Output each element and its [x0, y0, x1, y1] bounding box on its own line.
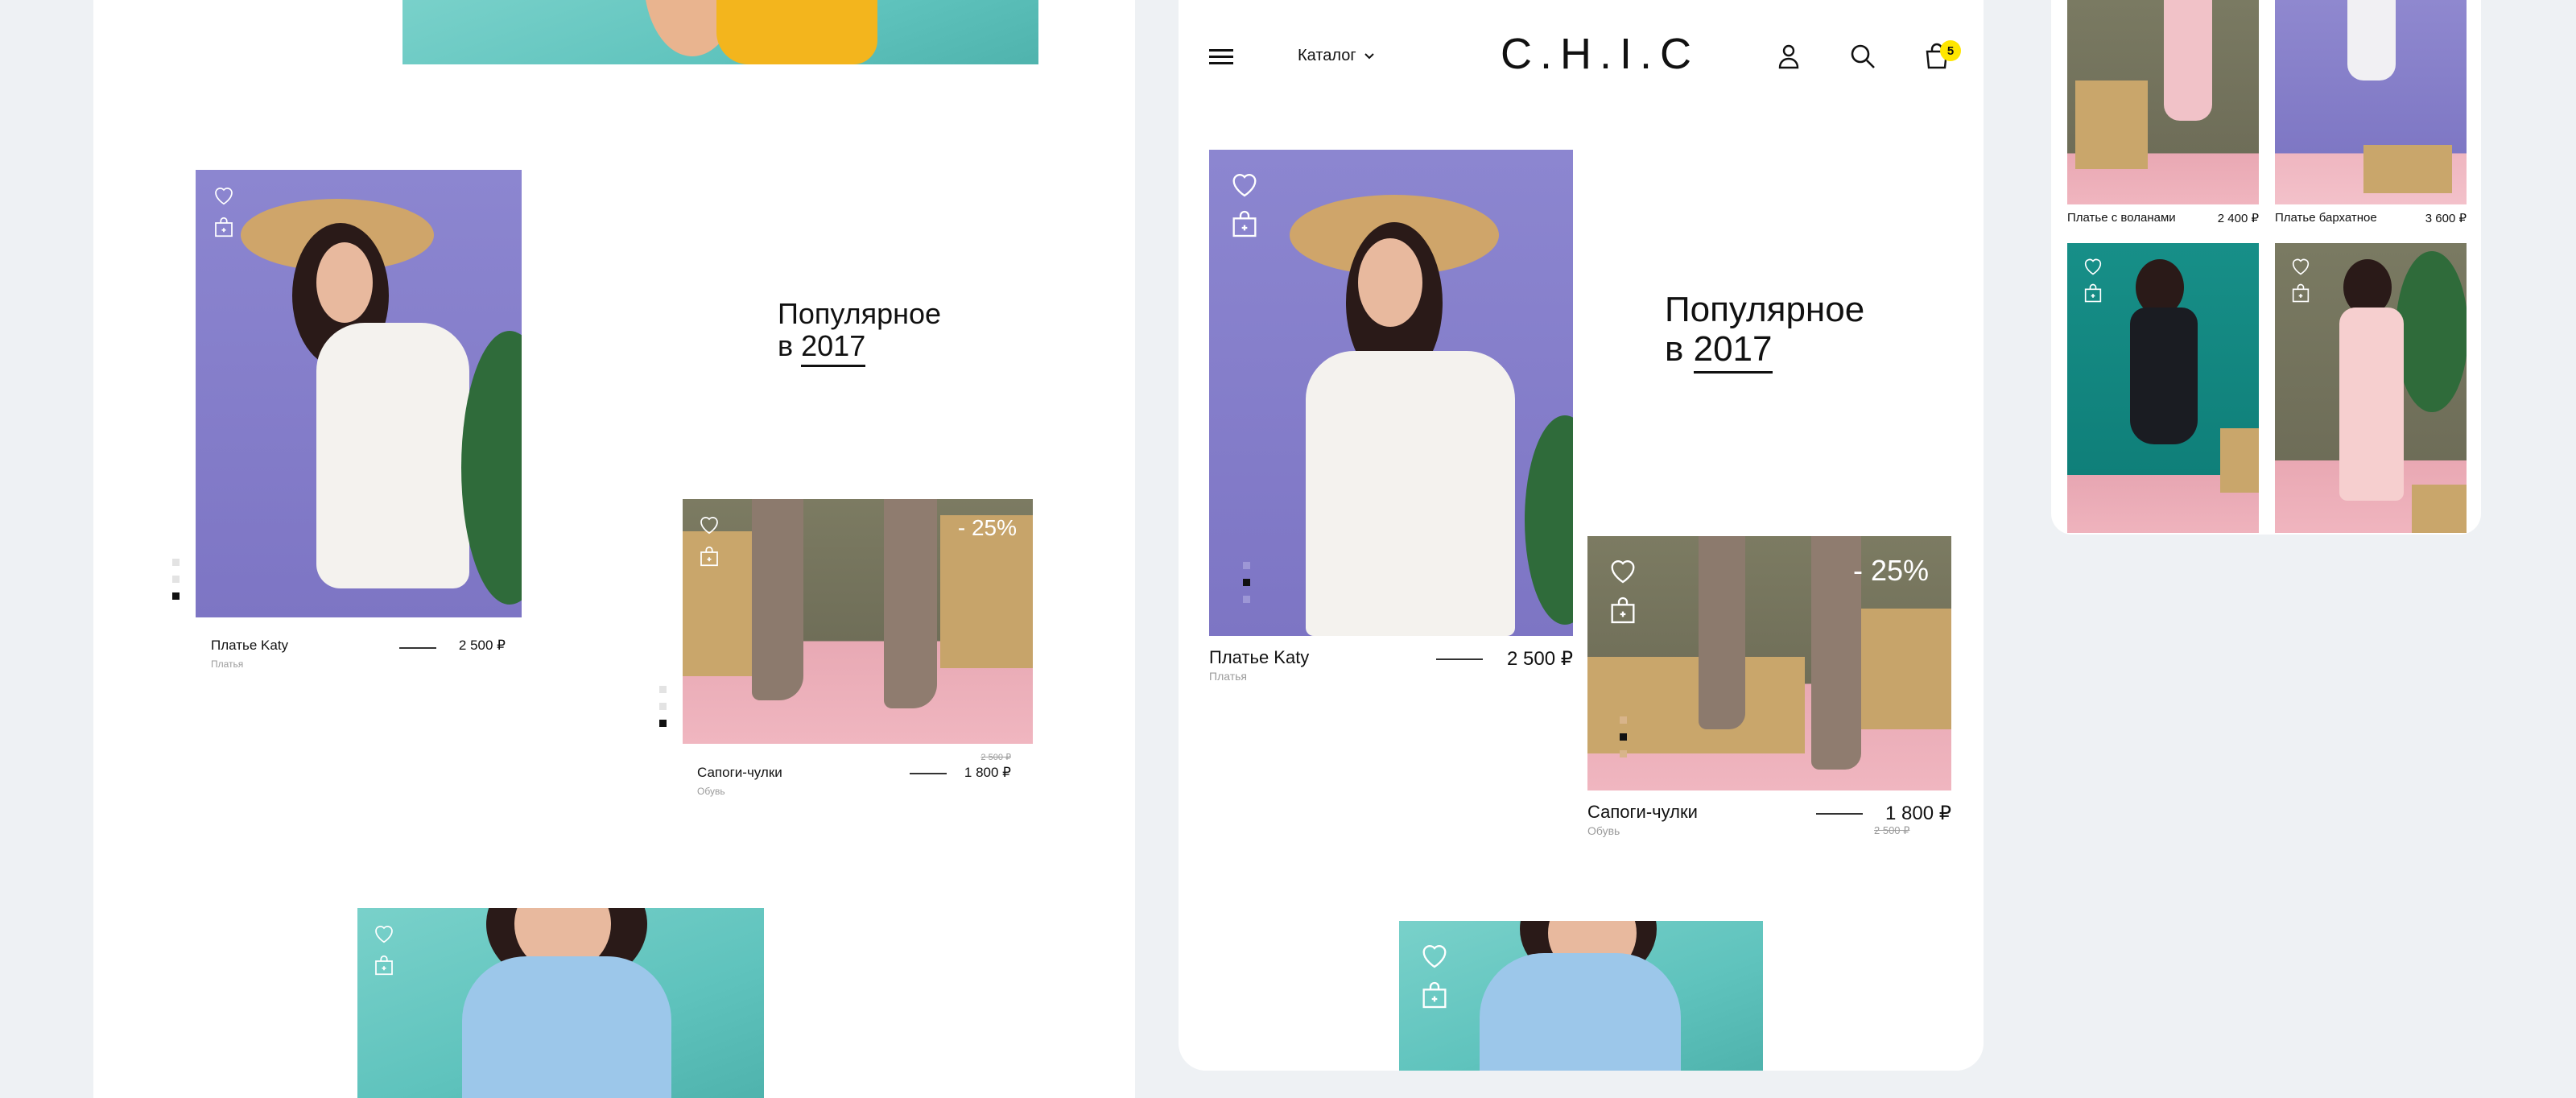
heart-icon[interactable] [697, 512, 721, 536]
product-name[interactable]: Платье Katy [211, 638, 288, 654]
add-to-bag-icon[interactable] [1418, 979, 1451, 1011]
product-image-top[interactable] [402, 0, 1038, 64]
heart-icon[interactable] [2289, 254, 2312, 277]
product-category: Платья [1209, 670, 1247, 683]
slider-dots[interactable] [172, 559, 180, 609]
product-name[interactable]: Платье бархатное [2275, 211, 2377, 225]
product-image-dress[interactable] [1209, 150, 1573, 636]
catalog-label: Каталог [1298, 47, 1356, 64]
product-price: 3 600 ₽ [2425, 212, 2467, 225]
slider-dots[interactable] [1243, 562, 1250, 613]
menu-icon[interactable] [1208, 45, 1235, 69]
slider-dots[interactable] [659, 686, 667, 737]
product-image-boots[interactable]: - 25% [683, 499, 1033, 744]
heart-icon[interactable] [1228, 167, 1261, 200]
product-name[interactable]: Платье Katy [1209, 647, 1309, 668]
product-old-price: 2 500 ₽ [1874, 824, 1910, 836]
product-name[interactable]: Платье с воланами [2067, 211, 2176, 225]
price-divider [1816, 813, 1863, 815]
chevron-down-icon [1364, 52, 1374, 59]
catalog-dropdown[interactable]: Каталог [1298, 47, 1374, 65]
add-to-bag-icon[interactable] [2289, 282, 2312, 304]
add-to-bag-icon[interactable] [2082, 282, 2104, 304]
product-image-dress[interactable] [196, 170, 522, 617]
product-name[interactable]: Сапоги-чулки [697, 765, 782, 781]
discount-badge: - 25% [957, 515, 1017, 540]
add-to-bag-icon[interactable] [1228, 208, 1261, 240]
add-to-bag-icon[interactable] [212, 215, 236, 239]
product-category: Платья [211, 658, 244, 670]
heart-icon[interactable] [1418, 939, 1451, 971]
product-category: Обувь [697, 786, 725, 797]
product-name[interactable]: Сапоги-чулки [1587, 802, 1698, 823]
slider-dots[interactable] [1620, 716, 1627, 767]
product-image-boots[interactable]: - 25% [1587, 536, 1951, 790]
product-price: 2 500 ₽ [1507, 648, 1573, 670]
product-image-bottom[interactable] [1399, 921, 1763, 1071]
heart-icon[interactable] [1607, 554, 1639, 586]
product-old-price: 2 500 ₽ [980, 753, 1011, 762]
price-divider [1436, 658, 1483, 660]
heart-icon[interactable] [2082, 254, 2104, 277]
cart-count-badge: 5 [1940, 40, 1961, 61]
add-to-bag-icon[interactable] [372, 953, 396, 977]
product-image-pink-suit[interactable] [2275, 243, 2467, 533]
add-to-bag-icon[interactable] [697, 544, 721, 568]
section-heading: Популярное в 2017 [1665, 290, 1864, 374]
discount-badge: - 25% [1852, 554, 1929, 587]
product-image-ruffle-dress[interactable] [2067, 0, 2259, 204]
heart-icon[interactable] [372, 921, 396, 945]
mobile-panel: Платье с воланами 2 400 ₽ Платье бархатн… [2051, 0, 2481, 535]
search-icon[interactable] [1848, 42, 1877, 71]
logo[interactable]: C.H.I.C [1501, 29, 1699, 79]
product-image-velvet-dress[interactable] [2275, 0, 2467, 204]
price-divider [399, 647, 436, 649]
product-category: Обувь [1587, 824, 1620, 837]
product-price: 1 800 ₽ [1885, 803, 1951, 824]
product-image-bottom[interactable] [357, 908, 764, 1098]
user-icon[interactable] [1776, 42, 1802, 71]
section-heading: Популярное в 2017 [778, 297, 941, 367]
price-divider [910, 773, 947, 774]
heart-icon[interactable] [212, 183, 236, 207]
product-price: 1 800 ₽ [964, 765, 1011, 780]
tablet-panel: Каталог C.H.I.C 5 Платье Katy Платья 2 5… [1179, 0, 1984, 1071]
product-image-black-dress[interactable] [2067, 243, 2259, 533]
product-price: 2 400 ₽ [2217, 212, 2259, 225]
product-price: 2 500 ₽ [458, 638, 506, 653]
add-to-bag-icon[interactable] [1607, 594, 1639, 626]
desktop-panel: Платье Katy Платья 2 500 ₽ Популярное в … [93, 0, 1135, 1098]
